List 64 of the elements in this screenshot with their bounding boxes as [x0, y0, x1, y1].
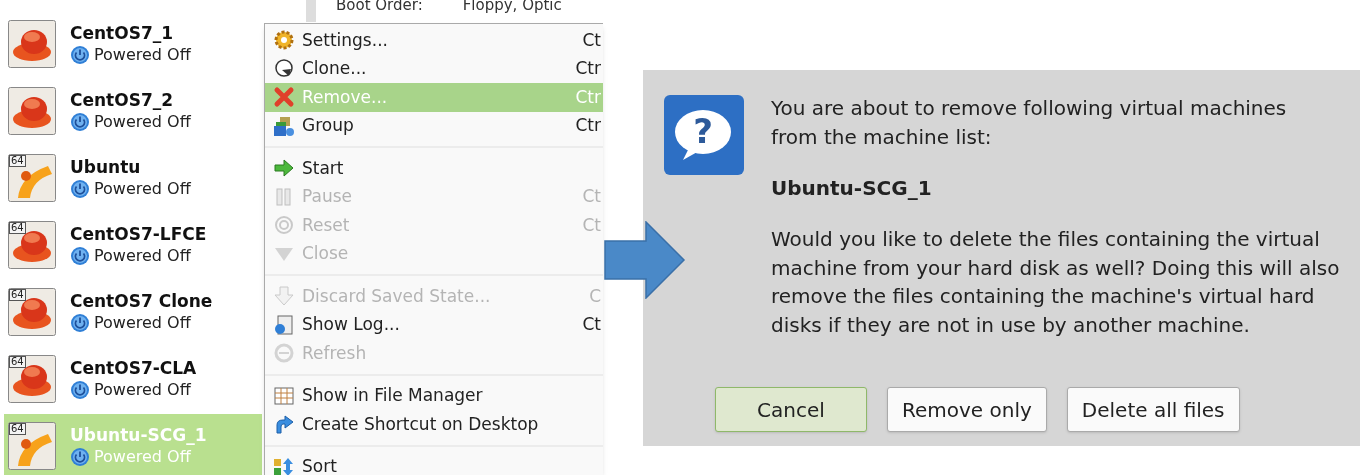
vm-name: CentOS7 Clone — [70, 290, 213, 312]
boxes-icon — [273, 114, 295, 137]
dialog-button[interactable]: Delete all files — [1066, 387, 1240, 432]
question-bubble-icon: ? — [663, 94, 745, 176]
arch-badge: 64 — [9, 222, 26, 234]
power-icon — [70, 246, 90, 266]
arch-badge: 64 — [9, 289, 26, 301]
power-icon — [70, 313, 90, 333]
vm-list-item[interactable]: 64 CentOS7-CLA Powered Off — [4, 347, 262, 411]
dialog-button[interactable]: Cancel — [715, 387, 867, 432]
menu-item[interactable]: Sort — [265, 452, 603, 475]
swoosh-icon — [8, 422, 56, 470]
power-icon — [70, 447, 90, 467]
vm-list-item[interactable]: CentOS7_2 Powered Off — [4, 79, 262, 143]
hat-icon — [8, 221, 56, 269]
vm-list-item[interactable]: CentOS7_1 Powered Off — [4, 12, 262, 76]
arch-badge: 64 — [9, 423, 26, 435]
power-icon — [70, 380, 90, 400]
menu-item[interactable]: Show in File Manager — [265, 381, 603, 410]
vm-status: Powered Off — [94, 312, 191, 334]
menu-item[interactable]: Clone... Ctr — [265, 54, 603, 83]
vm-status: Powered Off — [94, 111, 191, 133]
vm-name: CentOS7_2 — [70, 89, 175, 111]
vm-list-item[interactable]: 64 Ubuntu-SCG_1 Powered Off — [4, 414, 262, 475]
hat-icon — [8, 355, 56, 403]
arrow-up-right-icon — [273, 413, 295, 436]
arch-badge: 64 — [9, 356, 26, 368]
dialog-button[interactable]: Remove only — [887, 387, 1047, 432]
vm-name: Ubuntu-SCG_1 — [70, 424, 207, 446]
power-icon — [70, 112, 90, 132]
hat-icon — [8, 87, 56, 135]
hat-icon — [8, 20, 56, 68]
menu-item[interactable]: Create Shortcut on Desktop — [265, 410, 603, 439]
vm-name: CentOS7-CLA — [70, 357, 197, 379]
vm-name: Ubuntu — [70, 156, 142, 178]
vm-list-item[interactable]: 64 Ubuntu Powered Off — [4, 146, 262, 210]
arrow-right-icon — [273, 157, 295, 180]
menu-item[interactable]: Start — [265, 154, 603, 183]
vm-status: Powered Off — [94, 44, 191, 66]
gear-icon — [273, 29, 295, 52]
vm-list-item[interactable]: 64 CentOS7 Clone Powered Off — [4, 280, 262, 344]
log-icon — [273, 313, 295, 336]
vm-name: CentOS7_1 — [70, 22, 175, 44]
arch-badge: 64 — [9, 155, 26, 167]
vm-name: CentOS7-LFCE — [70, 223, 207, 245]
ring-icon — [273, 214, 295, 237]
menu-item[interactable]: Show Log... Ct — [265, 310, 603, 339]
menu-item[interactable]: Settings... Ct — [265, 26, 603, 55]
dialog-question: Would you like to delete the files containing the virtual machine from your hard disk as well? Doing this will also remove the files containing the machine's virtual hard disks if they are not in use by another machine. — [771, 226, 1341, 339]
swoosh-icon — [8, 154, 56, 202]
table-icon — [273, 384, 295, 407]
vm-status: Powered Off — [94, 178, 191, 200]
power-icon — [70, 45, 90, 65]
vm-name-label: Ubuntu-SCG_1 — [771, 175, 933, 202]
arrow-down-icon — [273, 285, 295, 308]
cross-icon — [273, 86, 295, 109]
vm-list-item[interactable]: 64 CentOS7-LFCE Powered Off — [4, 213, 262, 277]
power-icon — [70, 179, 90, 199]
vm-status: Powered Off — [94, 446, 191, 468]
vm-status: Powered Off — [94, 379, 191, 401]
hat-icon — [8, 288, 56, 336]
dialog-message: You are about to remove following virtual machines from the machine list: — [771, 95, 1288, 151]
menu-item[interactable]: Group Ctr — [265, 111, 603, 140]
vm-status: Powered Off — [94, 245, 191, 267]
